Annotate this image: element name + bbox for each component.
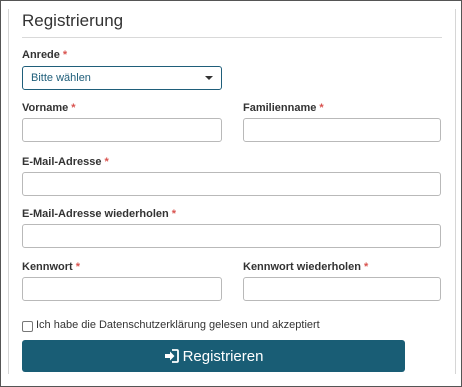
required-marker: * bbox=[171, 208, 176, 220]
email-label-text: E-Mail-Adresse bbox=[22, 156, 102, 168]
required-marker: * bbox=[75, 261, 81, 273]
first-name-label-text: Vorname bbox=[22, 102, 69, 114]
salutation-select-value: Bitte wählen bbox=[31, 72, 91, 84]
form-title: Registrierung bbox=[22, 11, 124, 30]
email-repeat-label: E-Mail-Adresse wiederholen * bbox=[22, 208, 176, 220]
required-marker: * bbox=[62, 49, 68, 61]
password-repeat-label-text: Kennwort wiederholen bbox=[243, 261, 361, 273]
salutation-label-text: Anrede bbox=[22, 49, 60, 61]
required-marker: * bbox=[363, 261, 369, 273]
email-repeat-label-text: E-Mail-Adresse wiederholen bbox=[22, 208, 169, 220]
salutation-select[interactable]: Bitte wählen bbox=[22, 66, 222, 90]
required-marker: * bbox=[71, 102, 76, 114]
register-button[interactable]: Registrieren bbox=[22, 340, 405, 372]
panel-left-border bbox=[8, 9, 9, 374]
caret-down-icon bbox=[205, 76, 213, 80]
panel-right-border bbox=[455, 9, 456, 374]
email-label: E-Mail-Adresse * bbox=[22, 156, 109, 168]
registration-panel: Registrierung Anrede * Bitte wählen Vorna… bbox=[0, 0, 462, 387]
privacy-checkbox-label[interactable]: Ich habe die Datenschutzerklärung gelese… bbox=[36, 319, 320, 331]
password-input[interactable] bbox=[22, 277, 222, 301]
last-name-label-text: Familienname bbox=[243, 102, 317, 114]
privacy-checkbox[interactable] bbox=[22, 321, 33, 332]
salutation-label: Anrede * bbox=[22, 49, 67, 61]
email-input[interactable] bbox=[22, 172, 441, 196]
first-name-label: Vorname * bbox=[22, 102, 76, 114]
password-repeat-label: Kennwort wiederholen * bbox=[243, 261, 368, 273]
last-name-label: Familienname * bbox=[243, 102, 324, 114]
password-label: Kennwort * bbox=[22, 261, 80, 273]
sign-in-icon bbox=[164, 349, 179, 363]
password-label-text: Kennwort bbox=[22, 261, 73, 273]
required-marker: * bbox=[319, 102, 324, 114]
last-name-input[interactable] bbox=[243, 118, 441, 142]
register-button-label: Registrieren bbox=[182, 347, 264, 365]
title-divider bbox=[22, 37, 442, 38]
email-repeat-input[interactable] bbox=[22, 224, 441, 248]
password-repeat-input[interactable] bbox=[243, 277, 441, 301]
first-name-input[interactable] bbox=[22, 118, 222, 142]
required-marker: * bbox=[104, 156, 109, 168]
